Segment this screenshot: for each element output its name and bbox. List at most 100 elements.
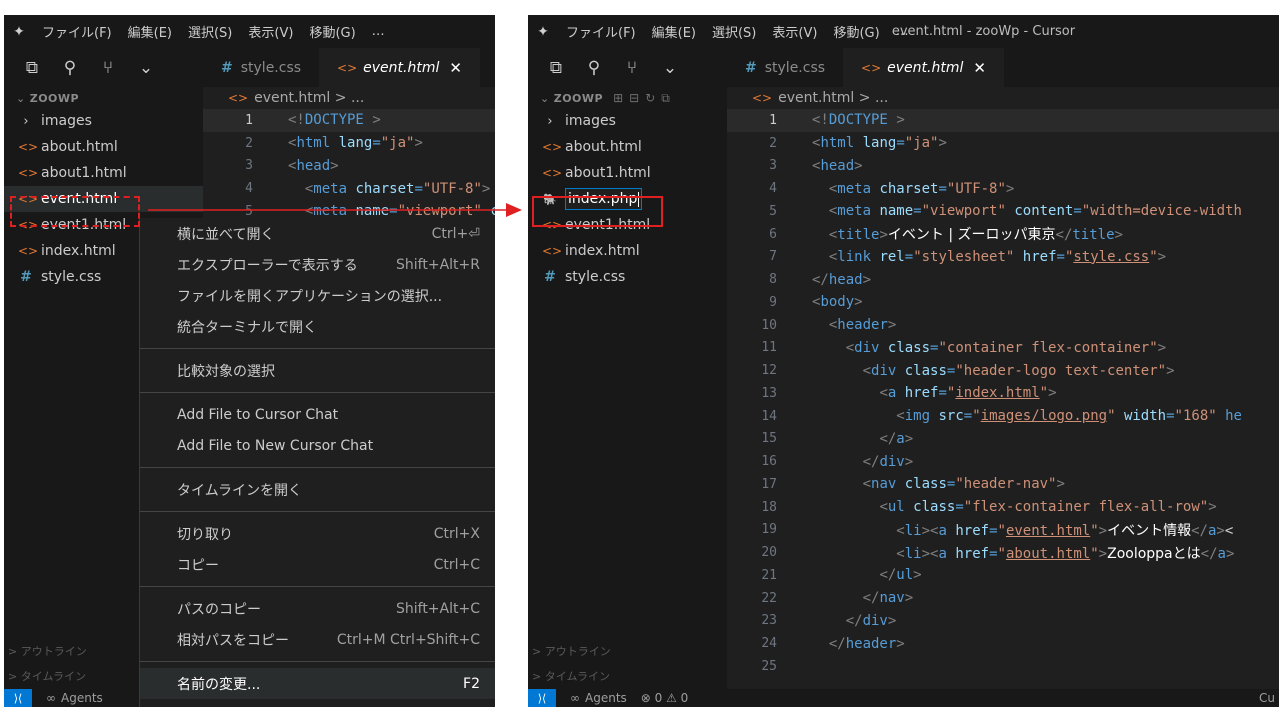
tab-event-html[interactable]: <> event.html ✕ — [843, 48, 1004, 87]
code-line[interactable]: 6 <title>イベント | ズーロッパ東京</title> — [727, 223, 1279, 246]
code-text: <html lang="ja"> — [812, 135, 947, 152]
line-number: 25 — [761, 658, 777, 674]
line-number: 12 — [761, 363, 777, 379]
code-line[interactable]: 4 <meta charset="UTF-8"> — [727, 177, 1279, 200]
file-name: about.html — [565, 139, 642, 155]
line-number: 16 — [761, 454, 777, 470]
menu-bar: ✦ ファイル(F) 編集(E) 選択(S) 表示(V) 移動(G) … even… — [528, 15, 1279, 48]
line-number: 10 — [761, 317, 777, 333]
agents-icon: ∞ — [570, 691, 580, 705]
code-line[interactable]: 1 <!DOCTYPE > — [727, 109, 1279, 132]
code-text: <img src="images/logo.png" width="168" h… — [896, 408, 1242, 425]
menu-file[interactable]: ファイル(F) — [558, 22, 644, 41]
code-line[interactable]: 19 <li><a href="event.html">イベント情報</a>< — [727, 519, 1279, 542]
remote-icon[interactable]: ⟩⟨ — [528, 689, 556, 707]
status-bar: ⟩⟨ ∞ Agents ⊗ 0 ⚠ 0 Cu — [528, 689, 1279, 707]
menu-view[interactable]: 表示(V) — [764, 22, 825, 41]
code-line[interactable]: 9 <body> — [727, 291, 1279, 314]
activity-bar: ⧉ ⚲ ⑂ ⌄ — [528, 48, 727, 88]
code-line[interactable]: 2 <html lang="ja"> — [727, 132, 1279, 155]
chevron-right-icon: › — [547, 113, 553, 129]
file-item-images[interactable]: › images — [528, 108, 727, 134]
html-file-icon: <> — [542, 166, 563, 180]
line-number: 8 — [769, 272, 777, 288]
code-line[interactable]: 7 <link rel="stylesheet" href="style.css… — [727, 246, 1279, 269]
code-view[interactable]: 1 <!DOCTYPE > 2 <html lang="ja"> 3 <head> 4 <m… — [727, 109, 1279, 678]
code-line[interactable]: 22 </nav> — [727, 587, 1279, 610]
line-number: 20 — [761, 545, 777, 561]
line-number: 9 — [769, 294, 777, 310]
file-item-index-html[interactable]: <> index.html — [528, 238, 727, 264]
code-text: <meta charset="UTF-8"> — [828, 180, 1015, 197]
file-item-about-html[interactable]: <> about.html — [528, 134, 727, 160]
highlight-solid-box — [532, 196, 663, 227]
file-item-style-css[interactable]: # style.css — [528, 264, 727, 290]
code-line[interactable]: 8 </head> — [727, 268, 1279, 291]
line-number: 3 — [769, 158, 777, 174]
code-line[interactable]: 12 <div class="header-logo text-center"> — [727, 359, 1279, 382]
code-text: <body> — [812, 294, 863, 311]
line-number: 22 — [761, 590, 777, 606]
code-text: <!DOCTYPE > — [812, 112, 905, 129]
html-file-icon: <> — [542, 244, 563, 258]
explorer-header[interactable]: ⌄ ZOOWP ⊞⊟↻⧉ — [528, 88, 727, 108]
code-text: <ul class="flex-container flex-all-row"> — [879, 499, 1217, 516]
code-line[interactable]: 3 <head> — [727, 155, 1279, 178]
code-line[interactable]: 15 </a> — [727, 428, 1279, 451]
line-number: 4 — [769, 181, 777, 197]
code-text: <head> — [812, 157, 863, 174]
agents-label[interactable]: Agents — [585, 691, 627, 705]
line-number: 19 — [761, 522, 777, 538]
code-line[interactable]: 23 </div> — [727, 610, 1279, 633]
line-number: 14 — [761, 408, 777, 424]
status-right[interactable]: Cu — [1259, 691, 1275, 705]
menu-selection[interactable]: 選択(S) — [704, 22, 764, 41]
code-line[interactable]: 14 <img src="images/logo.png" width="168… — [727, 405, 1279, 428]
cursor-logo-icon: ✦ — [537, 23, 549, 40]
css-file-icon: # — [745, 59, 757, 76]
line-number: 17 — [761, 476, 777, 492]
close-icon[interactable]: ✕ — [973, 59, 986, 77]
line-number: 18 — [761, 499, 777, 515]
code-line[interactable]: 17 <nav class="header-nav"> — [727, 473, 1279, 496]
tab-style-css[interactable]: # style.css — [727, 48, 843, 87]
problems-indicator[interactable]: ⊗ 0 ⚠ 0 — [641, 691, 689, 705]
file-item-about1-html[interactable]: <> about1.html — [528, 160, 727, 186]
code-line[interactable]: 11 <div class="container flex-container"… — [727, 337, 1279, 360]
source-control-icon[interactable]: ⑂ — [622, 58, 642, 78]
code-text: <div class="header-logo text-center"> — [862, 362, 1175, 379]
code-text: </ul> — [879, 567, 922, 584]
code-text: <li><a href="about.html">Zooloppaとは</a> — [896, 545, 1235, 562]
html-file-icon: <> — [861, 60, 882, 75]
code-text: <title>イベント | ズーロッパ東京</title> — [828, 227, 1123, 244]
code-line[interactable]: 21 </ul> — [727, 564, 1279, 587]
file-name: style.css — [565, 269, 626, 285]
code-line[interactable]: 25 — [727, 655, 1279, 678]
code-text: </header> — [828, 635, 905, 652]
search-icon[interactable]: ⚲ — [584, 58, 604, 78]
menu-more[interactable]: … — [888, 24, 917, 39]
code-line[interactable]: 18 <ul class="flex-container flex-all-ro… — [727, 496, 1279, 519]
chevron-down-icon[interactable]: ⌄ — [660, 58, 680, 78]
code-line[interactable]: 16 </div> — [727, 450, 1279, 473]
code-text: <meta name="viewport" content="width=dev… — [828, 203, 1242, 220]
menu-edit[interactable]: 編集(E) — [644, 22, 704, 41]
line-number: 24 — [761, 636, 777, 652]
code-text: </nav> — [862, 590, 914, 607]
code-text: </div> — [862, 453, 914, 470]
code-line[interactable]: 5 <meta name="viewport" content="width=d… — [727, 200, 1279, 223]
code-line[interactable]: 24 </header> — [727, 632, 1279, 655]
line-number: 21 — [761, 567, 777, 583]
file-name: about1.html — [565, 165, 651, 181]
explorer-actions-icon[interactable]: ⊞⊟↻⧉ — [613, 91, 676, 106]
timeline-section[interactable]: > タイムライン — [528, 668, 731, 684]
right-screenshot-panel: ✦ ファイル(F) 編集(E) 選択(S) 表示(V) 移動(G) … even… — [528, 15, 1279, 707]
code-line[interactable]: 13 <a href="index.html"> — [727, 382, 1279, 405]
code-line[interactable]: 10 <header> — [727, 314, 1279, 337]
menu-go[interactable]: 移動(G) — [825, 22, 887, 41]
code-text: </head> — [812, 271, 872, 288]
outline-section[interactable]: > アウトライン — [528, 643, 731, 659]
breadcrumb[interactable]: <> event.html > ... — [727, 87, 1279, 109]
explorer-icon[interactable]: ⧉ — [546, 58, 566, 78]
code-line[interactable]: 20 <li><a href="about.html">Zooloppaとは</… — [727, 541, 1279, 564]
